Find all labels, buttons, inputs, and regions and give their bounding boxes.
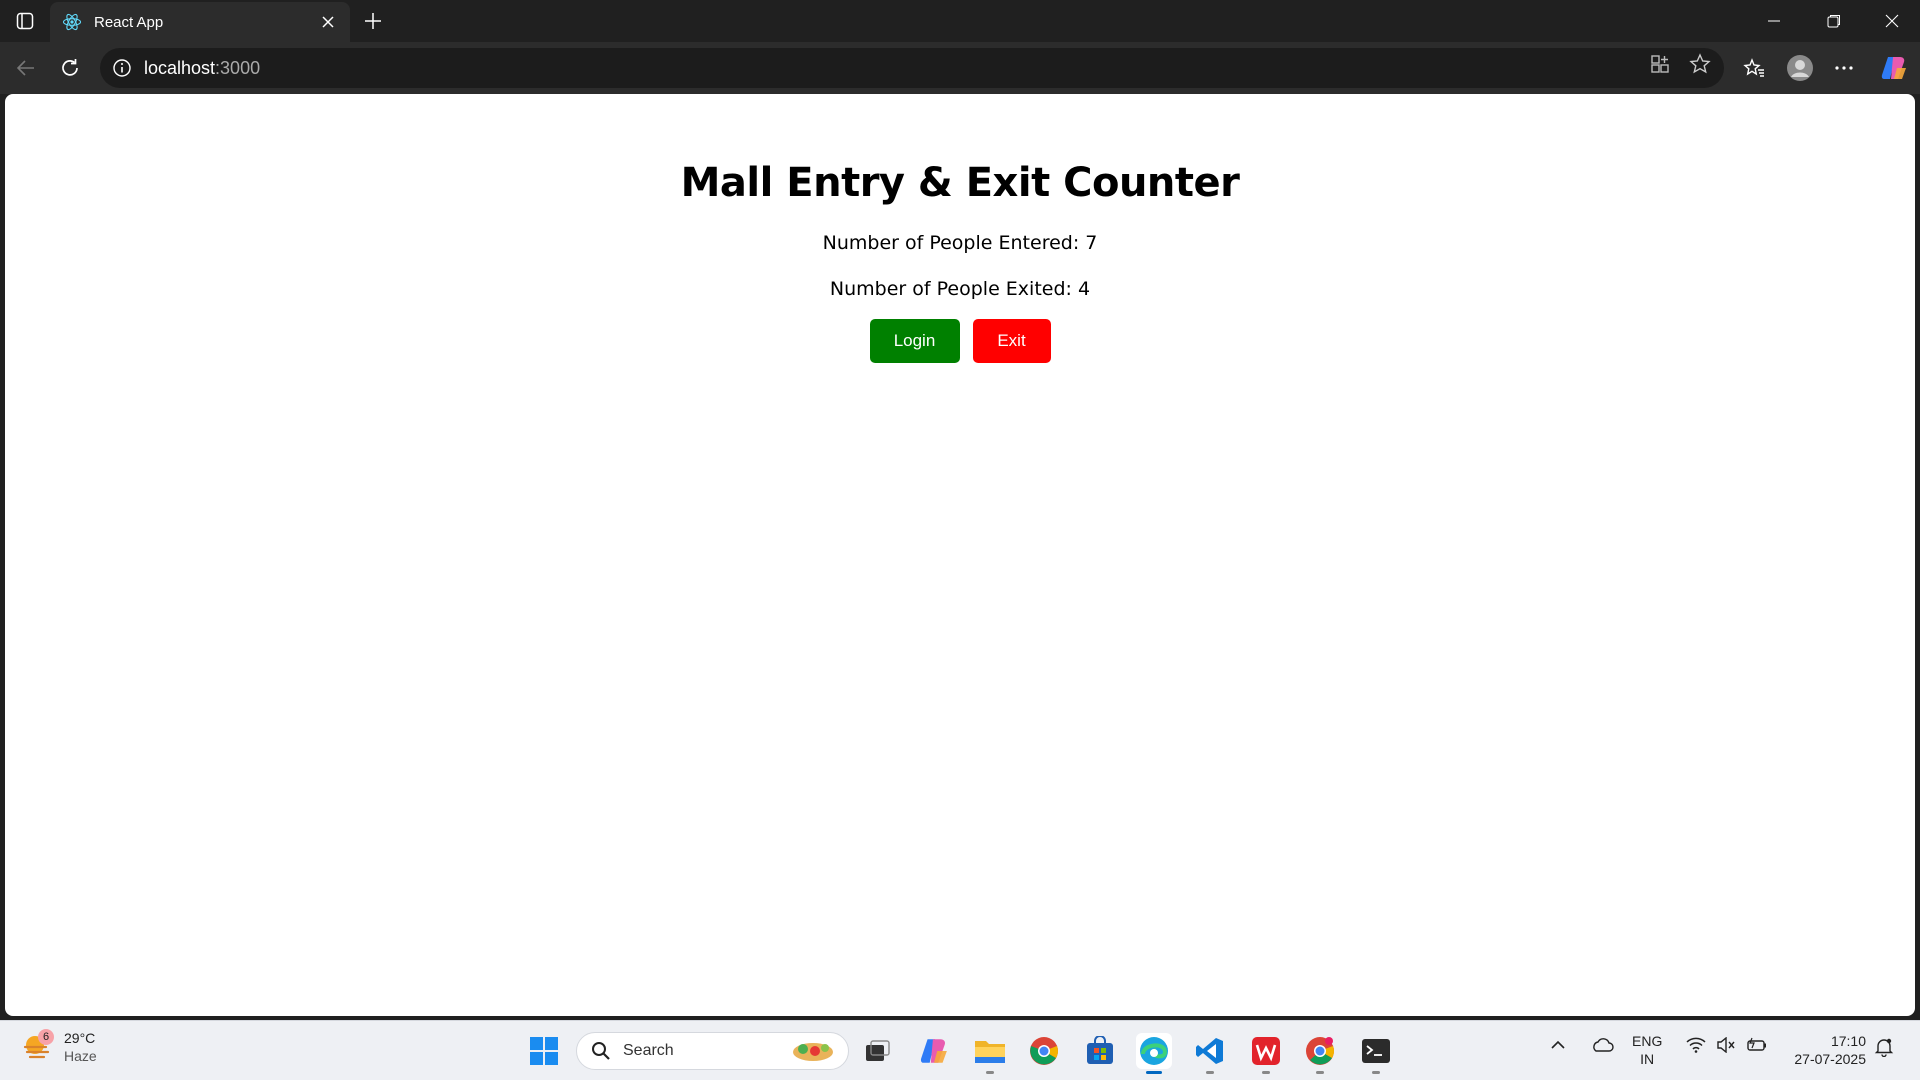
battery-icon[interactable]	[1746, 1037, 1768, 1053]
back-icon[interactable]	[10, 52, 42, 84]
onedrive-icon[interactable]	[1590, 1037, 1614, 1053]
restore-icon[interactable]	[1806, 0, 1862, 42]
url-text[interactable]: localhost:3000	[144, 58, 260, 79]
close-window-icon[interactable]	[1864, 0, 1920, 42]
entered-count: Number of People Entered: 7	[822, 232, 1098, 254]
volume-muted-icon[interactable]	[1716, 1037, 1736, 1053]
counter-app: Mall Entry & Exit Counter Number of Peop…	[5, 94, 1915, 363]
favorite-star-icon[interactable]	[1688, 52, 1712, 76]
search-placeholder: Search	[623, 1042, 674, 1059]
tab-react-app[interactable]: React App	[50, 2, 350, 42]
system-clock[interactable]: 17:10 27-07-2025	[1782, 1032, 1866, 1068]
wifi-icon[interactable]	[1686, 1037, 1706, 1053]
reload-icon[interactable]	[54, 52, 86, 84]
address-bar[interactable]: localhost:3000	[100, 48, 1724, 88]
login-button[interactable]: Login	[869, 319, 960, 363]
profile-avatar-icon[interactable]	[1784, 52, 1816, 84]
page-title: Mall Entry & Exit Counter	[680, 160, 1240, 206]
favorites-icon[interactable]	[1738, 52, 1770, 84]
site-info-icon[interactable]	[112, 58, 132, 78]
search-icon	[592, 1042, 610, 1060]
tab-actions-icon[interactable]	[10, 8, 40, 34]
wps-office-icon[interactable]	[1248, 1033, 1284, 1074]
new-tab-icon[interactable]	[358, 6, 388, 36]
app-available-icon[interactable]	[1648, 52, 1672, 76]
button-row: Login Exit	[5, 319, 1915, 363]
exit-button[interactable]: Exit	[972, 319, 1051, 363]
temperature: 29°C	[64, 1030, 96, 1046]
language-indicator[interactable]: ENG IN	[1632, 1032, 1662, 1068]
minimize-icon[interactable]	[1746, 0, 1802, 42]
copilot-app-icon[interactable]	[916, 1033, 952, 1069]
notifications-icon[interactable]	[1874, 1037, 1894, 1057]
vscode-icon[interactable]	[1192, 1033, 1228, 1074]
chrome-icon[interactable]	[1026, 1033, 1062, 1069]
taskbar-search[interactable]: Search	[576, 1032, 849, 1070]
copilot-icon[interactable]	[1878, 52, 1910, 84]
taskbar: 6 29°C Haze Search ENG IN 17:10 27-07-20…	[0, 1020, 1920, 1080]
browser-tab-bar: React App	[0, 0, 1920, 42]
windows-start-icon[interactable]	[526, 1033, 562, 1069]
weather-widget[interactable]: 6 29°C Haze	[22, 1029, 97, 1065]
show-hidden-icons-icon[interactable]	[1550, 1037, 1566, 1053]
weather-alert-badge: 6	[38, 1029, 54, 1045]
more-options-icon[interactable]	[1828, 52, 1860, 84]
react-favicon-icon	[62, 12, 82, 32]
task-view-icon[interactable]	[860, 1033, 896, 1069]
terminal-icon[interactable]	[1358, 1033, 1394, 1074]
microsoft-store-icon[interactable]	[1082, 1033, 1118, 1069]
browser-toolbar: localhost:3000	[0, 42, 1920, 94]
page-viewport: Mall Entry & Exit Counter Number of Peop…	[5, 94, 1915, 1016]
weather-condition: Haze	[64, 1048, 97, 1064]
exited-count: Number of People Exited: 4	[829, 278, 1091, 300]
search-highlight-icon	[793, 1043, 833, 1061]
file-explorer-icon[interactable]	[972, 1033, 1008, 1074]
edge-icon[interactable]	[1136, 1033, 1172, 1074]
chrome-profile-icon[interactable]	[1302, 1033, 1338, 1074]
tab-title: React App	[94, 13, 164, 31]
tab-close-icon[interactable]	[318, 12, 338, 32]
haze-weather-icon: 6	[22, 1029, 54, 1063]
